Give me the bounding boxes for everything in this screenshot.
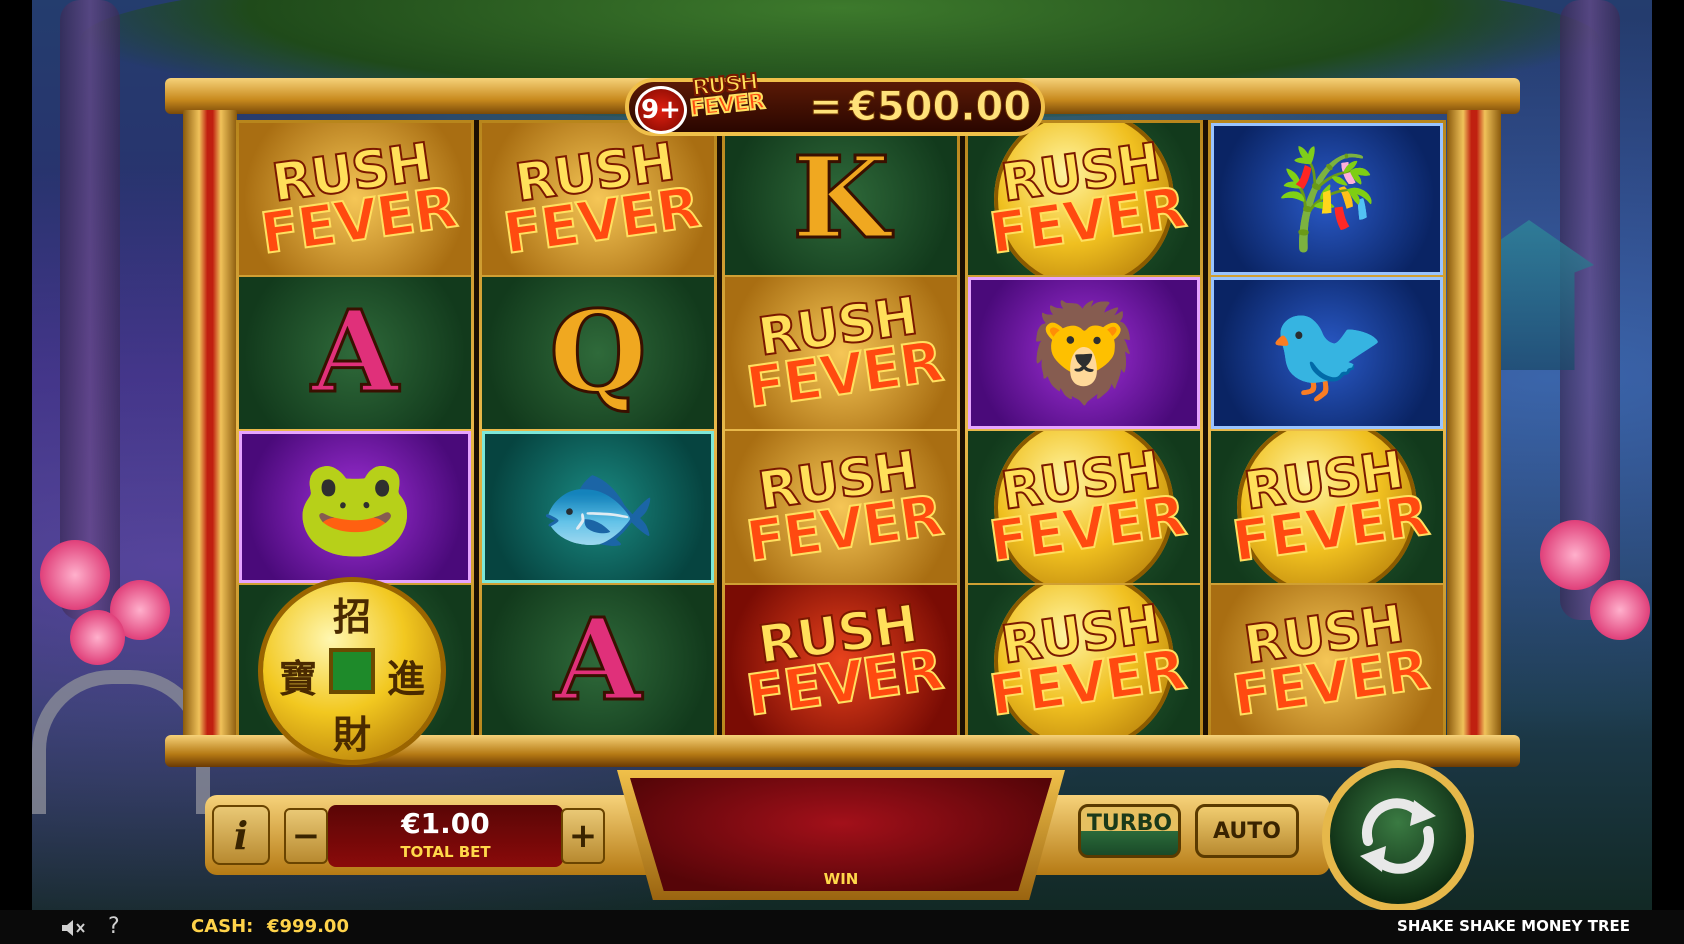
symbol-rush-fever: RUSH FEVER <box>482 123 714 275</box>
rush-fever-logo: RUSH FEVER <box>1223 440 1432 576</box>
symbol-rush-fever-coin: RUSH FEVER <box>1211 431 1443 583</box>
symbol-golden-foo-dog: 🦁 <box>968 277 1200 429</box>
letter-glyph: A <box>553 595 643 726</box>
blossom <box>1590 580 1650 640</box>
coin-char-right: 進 <box>387 656 426 701</box>
symbol-rush-fever-coin: RUSH FEVER <box>968 431 1200 583</box>
golden-toad-icon: 🐸 <box>294 451 416 563</box>
spin-arrows-icon <box>1360 798 1436 874</box>
symbol-rush-fever: RUSH FEVER <box>725 277 957 429</box>
jackpot-prize: €500.00 <box>848 84 1032 131</box>
symbol-rush-fever: RUSH FEVER <box>725 431 957 583</box>
right-pillar <box>1447 110 1501 740</box>
autoplay-button[interactable]: AUTO <box>1195 804 1299 858</box>
trigger-count-badge: 9+ <box>635 86 687 134</box>
money-coin-symbol: 招 寶 進 財 <box>263 582 441 760</box>
turbo-button[interactable]: TURBO <box>1078 804 1181 858</box>
symbol-rush-fever: RUSH FEVER <box>1211 585 1443 737</box>
gold-coin-backing: RUSH FEVER <box>984 123 1190 275</box>
total-bet-display: €1.00 TOTAL BET <box>328 805 563 867</box>
gold-coin-backing: RUSH FEVER <box>984 585 1190 737</box>
logo-word-fever: FEVER <box>688 88 766 123</box>
bet-value: €1.00 <box>401 807 490 840</box>
rush-fever-logo: RUSH FEVER <box>687 69 766 123</box>
symbol-rush-fever-coin: RUSH FEVER <box>968 585 1200 737</box>
rush-fever-logo: RUSH FEVER <box>980 132 1189 268</box>
bet-label: TOTAL BET <box>400 843 491 861</box>
bamboo-plant-icon: 🎋 <box>1266 143 1388 255</box>
golden-foo-dog-icon: 🦁 <box>1023 297 1145 409</box>
cash-label: CASH: <box>191 916 254 937</box>
rush-fever-logo: RUSH FEVER <box>251 132 460 268</box>
rush-fever-logo: RUSH FEVER <box>980 594 1189 730</box>
increase-bet-button[interactable]: + <box>561 808 605 864</box>
left-pillar <box>183 110 237 740</box>
spin-button[interactable] <box>1322 760 1474 912</box>
equals-sign: = <box>809 84 844 131</box>
symbol-bamboo-plant: 🎋 <box>1211 123 1443 275</box>
reel-2: RUSH FEVER Q 🐟 A <box>479 120 717 742</box>
letter-glyph: K <box>791 133 891 264</box>
golden-koi-icon: 🐟 <box>537 451 659 563</box>
rush-fever-logo: RUSH FEVER <box>980 440 1189 576</box>
decrease-bet-button[interactable]: − <box>284 808 328 864</box>
golden-birds-icon: 🐦 <box>1266 297 1388 409</box>
letter-glyph: A <box>310 287 400 418</box>
right-letterbox <box>1652 0 1684 944</box>
blossom <box>1540 520 1610 590</box>
symbol-letter: A <box>482 585 714 737</box>
game-title: SHAKE SHAKE MONEY TREE <box>1397 917 1630 935</box>
jackpot-banner: 9+ RUSH FEVER = €500.00 <box>625 69 1045 136</box>
left-letterbox <box>0 0 32 944</box>
rush-fever-logo: RUSH FEVER <box>737 440 946 576</box>
rush-fever-logo: RUSH FEVER <box>737 286 946 422</box>
left-tree <box>60 0 120 620</box>
symbol-rush-fever-coin: RUSH FEVER <box>968 123 1200 275</box>
help-button[interactable]: ? <box>108 914 120 939</box>
info-button[interactable]: i <box>212 805 270 865</box>
gold-coin-backing: RUSH FEVER <box>984 431 1190 583</box>
reel-5: 🎋 🐦 RUSH FEVER RUSH FEVER <box>1208 120 1446 742</box>
win-label: WIN <box>823 870 859 888</box>
cash-balance: €999.00 <box>267 916 349 937</box>
blossom <box>70 610 125 665</box>
symbol-golden-birds: 🐦 <box>1211 277 1443 429</box>
gold-coin-backing: RUSH FEVER <box>1227 431 1433 583</box>
game-scene: RUSH FEVER A 🐸 RUSH FEVER Q 🐟 A K RUSH FEVER RUSH FEV… <box>0 0 1684 944</box>
coin-char-top: 招 <box>333 594 372 639</box>
symbol-rush-fever: RUSH FEVER <box>725 585 957 737</box>
coin-char-bottom: 財 <box>333 712 372 757</box>
letter-glyph: Q <box>548 287 649 418</box>
reel-3: K RUSH FEVER RUSH FEVER RUSH FEVER <box>722 120 960 742</box>
symbol-rush-fever: RUSH FEVER <box>239 123 471 275</box>
reel-4: RUSH FEVER 🦁 RUSH FEVER RUSH FEVER <box>965 120 1203 742</box>
symbol-letter: A <box>239 277 471 429</box>
symbol-golden-toad: 🐸 <box>239 431 471 583</box>
symbol-letter: K <box>725 123 957 275</box>
coin-square-hole <box>329 648 375 694</box>
sound-muted-icon[interactable] <box>62 918 86 942</box>
rush-fever-logo: RUSH FEVER <box>494 132 703 268</box>
blossom <box>40 540 110 610</box>
rush-fever-logo: RUSH FEVER <box>1223 594 1432 730</box>
symbol-golden-koi: 🐟 <box>482 431 714 583</box>
coin-char-left: 寶 <box>279 656 318 701</box>
symbol-letter: Q <box>482 277 714 429</box>
rush-fever-logo: RUSH FEVER <box>737 594 946 730</box>
